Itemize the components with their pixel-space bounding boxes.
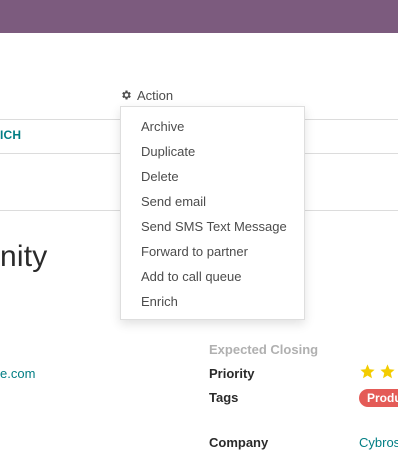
menu-item-add-to-call-queue[interactable]: Add to call queue [121,264,304,289]
menu-item-send-sms[interactable]: Send SMS Text Message [121,214,304,239]
menu-item-archive[interactable]: Archive [121,114,304,139]
action-dropdown-menu: Archive Duplicate Delete Send email Send… [120,106,305,320]
top-navbar [0,0,398,33]
menu-item-enrich[interactable]: Enrich [121,289,304,314]
company-link[interactable]: Cybros [359,435,398,450]
record-title: nity [0,240,48,273]
menu-item-send-email[interactable]: Send email [121,189,304,214]
tags-label: Tags [209,390,239,405]
action-button[interactable]: Action [120,86,173,104]
expected-closing-label: Expected Closing [209,342,319,357]
priority-label: Priority [209,366,255,381]
gear-icon [120,89,132,101]
statusbar-button[interactable]: ICH [0,128,21,142]
menu-item-duplicate[interactable]: Duplicate [121,139,304,164]
star-icon[interactable] [379,363,396,380]
action-label: Action [137,87,174,103]
menu-item-delete[interactable]: Delete [121,164,304,189]
priority-widget[interactable] [359,363,396,380]
menu-item-forward-to-partner[interactable]: Forward to partner [121,239,304,264]
tag-badge[interactable]: Produ [359,389,398,407]
email-link[interactable]: e.com [0,366,35,381]
star-icon[interactable] [359,363,376,380]
company-label: Company [209,435,269,450]
